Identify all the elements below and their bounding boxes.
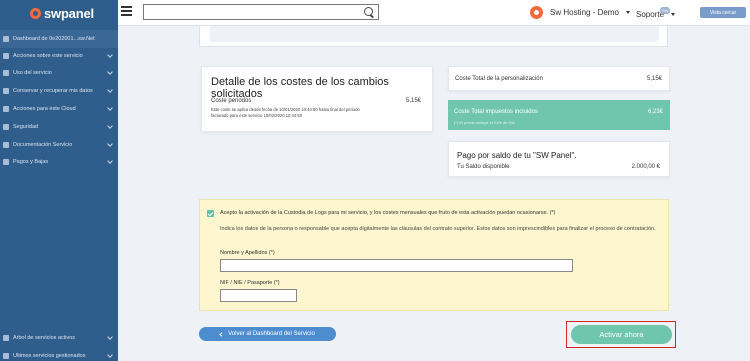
payment-card: Pago por saldo de tu "SW Panel". Tu Sald… <box>448 141 670 177</box>
previous-panel-inner <box>210 26 659 42</box>
chevron-down-icon <box>107 123 113 129</box>
sidebar-item-label: Acciones para este Cloud <box>13 106 76 112</box>
chevron-down-icon <box>107 69 113 75</box>
search-input[interactable] <box>143 4 379 20</box>
chevron-left-icon <box>219 331 224 337</box>
logo[interactable]: swpanel <box>0 0 118 26</box>
total-cost-value: 5,15€ <box>646 76 662 82</box>
total-tax-value: 6,23€ <box>647 109 663 115</box>
chevron-down-icon <box>107 141 113 147</box>
cloud-icon <box>3 106 9 112</box>
account-menu[interactable]: Sw Hosting - Demo <box>530 6 630 19</box>
consent-instructions: Indica los datos de la persona o respons… <box>220 226 656 232</box>
sidebar-item-cloud[interactable]: Acciones para este Cloud <box>0 100 118 118</box>
period-cost-label: Coste periodos <box>211 98 252 104</box>
logo-text: swpanel <box>44 5 94 21</box>
sidebar-item-label: Dashboard de 0e202001...sw.Net <box>13 36 95 42</box>
shield-icon <box>3 124 9 130</box>
period-note-line2: facturado para este servicio 10/02/2020 … <box>211 113 303 118</box>
chevron-down-icon <box>671 13 676 16</box>
chevron-down-icon <box>107 158 113 164</box>
top-bar: swpanel Sw Hosting - Demo Soporte SW Vis… <box>0 0 750 26</box>
support-badge: SW <box>660 7 671 14</box>
sidebar-item-conservar[interactable]: Conservar y recuperar mis datos <box>0 82 118 100</box>
chevron-down-icon <box>107 52 113 58</box>
name-field[interactable] <box>220 259 573 272</box>
clear-button[interactable]: Vista cercar <box>700 7 746 18</box>
period-cost-value: 5,15€ <box>405 98 421 104</box>
chevron-down-icon <box>107 105 113 111</box>
total-cost-card: Coste Total de la personalización 5,15€ <box>448 66 670 91</box>
balance-label: Tu Saldo disponible <box>457 164 510 170</box>
sidebar-item-label: Conservar y recuperar mis datos <box>13 88 93 94</box>
sidebar: Dashboard de 0e202001...sw.Net Acciones … <box>0 26 118 361</box>
sidebar-item-dashboard[interactable]: Dashboard de 0e202001...sw.Net <box>0 30 118 48</box>
period-note-line1: Este coste se aplica desde fecha de 10/0… <box>211 107 360 112</box>
sidebar-item-ultimos[interactable]: Últimos servicios gestionados <box>0 347 118 361</box>
sidebar-item-acciones[interactable]: Acciones sobre este servicio <box>0 47 118 65</box>
name-field-label: Nombre y Apellidos (*) <box>220 250 275 256</box>
sidebar-item-documentacion[interactable]: Documentación Servicio <box>0 136 118 154</box>
tree-icon <box>3 335 9 341</box>
total-tax-label: Coste Total impuestos incluidos <box>454 109 538 115</box>
nif-field[interactable] <box>220 289 297 302</box>
sidebar-item-label: Pagos y Bajas <box>13 159 49 165</box>
sidebar-item-label: Uso del servicio <box>13 70 52 76</box>
consent-checkbox[interactable] <box>207 210 214 217</box>
chevron-down-icon <box>107 352 113 358</box>
tax-note: (*) El precio incluye el 21% de IVA <box>454 120 515 125</box>
sidebar-item-label: Árbol de servicios activos <box>13 335 76 341</box>
sidebar-item-label: Documentación Servicio <box>13 142 73 148</box>
payment-title: Pago por saldo de tu "SW Panel". <box>457 151 577 160</box>
total-tax-card: Coste Total impuestos incluidos 6,23€ (*… <box>448 100 670 130</box>
sidebar-item-uso[interactable]: Uso del servicio <box>0 64 118 82</box>
sidebar-item-seguridad[interactable]: Seguridad <box>0 118 118 136</box>
hamburger-menu-icon[interactable] <box>121 6 132 16</box>
nif-field-label: NIF / NIE / Pasaporte (*) <box>220 280 280 286</box>
payment-icon <box>3 159 9 165</box>
sidebar-item-label: Acciones sobre este servicio <box>13 53 83 59</box>
backup-icon <box>3 88 9 94</box>
account-avatar-icon <box>530 6 543 19</box>
document-icon <box>3 142 9 148</box>
search-icon[interactable] <box>364 7 373 16</box>
previous-panel <box>199 26 668 47</box>
sidebar-item-arbol[interactable]: Árbol de servicios activos <box>0 329 118 347</box>
dashboard-icon <box>3 36 9 42</box>
account-name: Sw Hosting - Demo <box>550 8 619 17</box>
chevron-down-icon <box>107 334 113 340</box>
cost-detail-title: Detalle de los costes de los cambios sol… <box>211 76 389 100</box>
sidebar-item-label: Seguridad <box>13 124 39 130</box>
balance-value: 2.000,00 € <box>631 164 660 170</box>
sidebar-item-pagos[interactable]: Pagos y Bajas <box>0 153 118 171</box>
history-icon <box>3 353 9 359</box>
logo-icon <box>30 7 41 19</box>
activate-now-button[interactable]: Activar ahora <box>571 325 672 344</box>
consent-form: Acepto la activación de la Custodia de L… <box>199 199 669 311</box>
total-cost-label: Coste Total de la personalización <box>455 76 543 82</box>
usage-icon <box>3 70 9 76</box>
chevron-down-icon <box>107 87 113 93</box>
actions-icon <box>3 53 9 59</box>
back-button-label: Volver al Dashboard del Servicio <box>228 331 315 337</box>
back-to-dashboard-button[interactable]: Volver al Dashboard del Servicio <box>199 327 336 341</box>
sidebar-item-label: Últimos servicios gestionados <box>13 353 86 359</box>
consent-checkbox-label: Acepto la activación de la Custodia de L… <box>220 210 556 216</box>
chevron-down-icon <box>625 11 630 14</box>
cost-detail-card: Detalle de los costes de los cambios sol… <box>201 66 433 132</box>
